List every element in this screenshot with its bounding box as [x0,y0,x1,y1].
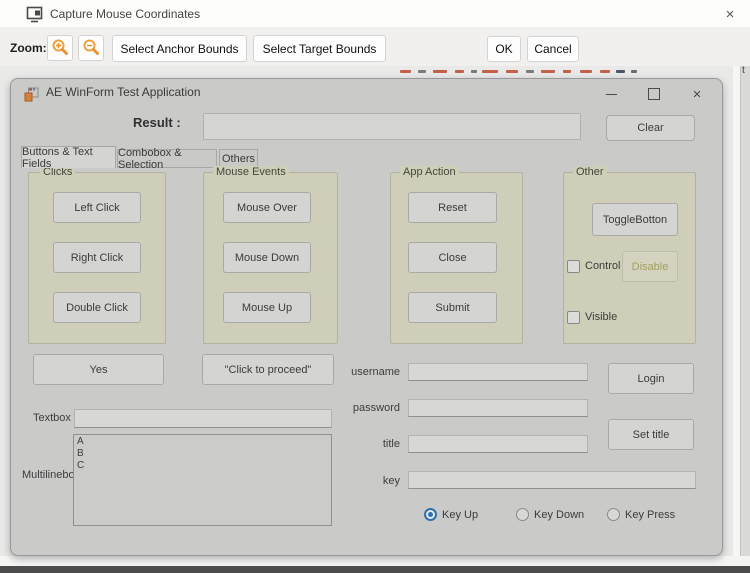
background-window-edge [740,66,750,556]
zoom-in-button[interactable] [47,35,73,61]
key-press-radio[interactable] [607,508,620,521]
multilinebox-label: Multilinebox [22,469,80,481]
maximize-icon [648,88,660,100]
background-artifact [563,70,571,73]
yes-button[interactable]: Yes [33,354,164,385]
minimize-icon [606,94,617,95]
group-app-action-title: App Action [400,166,459,178]
capture-app-icon [26,6,44,23]
select-anchor-bounds-button[interactable]: Select Anchor Bounds [112,35,247,62]
password-label: password [330,402,400,414]
tab-buttons-text-fields[interactable]: Buttons & Text Fields [21,146,116,168]
background-artifact [482,70,498,73]
group-mouse-events-title: Mouse Events [213,166,289,178]
background-artifact [506,70,518,73]
mouse-up-button[interactable]: Mouse Up [223,292,311,323]
background-artifact [433,70,447,73]
password-input[interactable] [408,399,588,417]
dialog-titlebar: Capture Mouse Coordinates × [0,0,750,28]
username-input[interactable] [408,363,588,381]
background-artifact [418,70,426,73]
close-action-button[interactable]: Close [408,242,497,273]
background-artifact [616,70,625,73]
mouse-over-button[interactable]: Mouse Over [223,192,311,223]
reset-button[interactable]: Reset [408,192,497,223]
zoom-out-button[interactable] [78,35,104,61]
close-icon: × [693,86,702,103]
group-other-title: Other [573,166,607,178]
title-input[interactable] [408,435,588,453]
select-target-bounds-button[interactable]: Select Target Bounds [253,35,386,62]
dialog-close-button[interactable]: × [715,2,745,26]
textbox-label: Textbox [33,412,71,424]
dialog-title: Capture Mouse Coordinates [50,7,200,21]
right-click-button[interactable]: Right Click [53,242,141,273]
login-button[interactable]: Login [608,363,694,394]
window-close-button[interactable]: × [684,84,710,104]
key-up-radio-label: Key Up [442,509,478,521]
clear-button[interactable]: Clear [606,115,695,141]
visible-checkbox[interactable] [567,311,580,324]
cancel-button[interactable]: Cancel [527,36,579,62]
background-artifact [400,70,411,73]
backdrop-bottom-strip [0,556,750,566]
multilinebox-input[interactable]: A B C [73,434,332,526]
zoom-in-icon [51,38,69,59]
tab-combobox-selection[interactable]: Combobox & Selection [117,149,217,168]
background-artifact [526,70,534,73]
visible-checkbox-label: Visible [585,311,617,323]
key-up-radio[interactable] [424,508,437,521]
submit-button[interactable]: Submit [408,292,497,323]
background-artifact [631,70,637,73]
left-click-button[interactable]: Left Click [53,192,141,223]
capture-dialog: Capture Mouse Coordinates × Zoom: [0,0,750,573]
toolbar: Zoom: Select Anchor Bounds Sele [0,28,750,66]
backdrop-bottom-bar [0,566,750,573]
mouse-down-button[interactable]: Mouse Down [223,242,311,273]
key-label: key [330,475,400,487]
textbox-input[interactable] [74,409,332,428]
double-click-button[interactable]: Double Click [53,292,141,323]
result-input[interactable] [203,113,581,140]
winform-app-icon [24,87,39,102]
maximize-button[interactable] [641,84,667,104]
toggle-botton-button[interactable]: ToggleBotton [592,203,678,236]
username-label: username [330,366,400,378]
control-checkbox-label: Control [585,260,620,272]
minimize-button[interactable] [598,84,624,104]
key-down-radio-label: Key Down [534,509,584,521]
zoom-out-icon [82,38,100,59]
background-artifact [455,70,464,73]
set-title-button[interactable]: Set title [608,419,694,450]
key-input[interactable] [408,471,696,489]
close-icon: × [726,6,735,23]
zoom-label: Zoom: [10,41,47,55]
click-to-proceed-button[interactable]: "Click to proceed" [202,354,334,385]
background-artifact [600,70,610,73]
ok-button[interactable]: OK [487,36,521,62]
background-artifact [471,70,477,73]
title-label: title [330,438,400,450]
backdrop-gap [733,66,740,556]
key-down-radio[interactable] [516,508,529,521]
winform-title: AE WinForm Test Application [46,85,201,99]
key-press-radio-label: Key Press [625,509,675,521]
disable-button[interactable]: Disable [622,251,678,282]
background-artifact [541,70,555,73]
result-label: Result : [133,115,181,130]
background-artifact [580,70,592,73]
control-checkbox[interactable] [567,260,580,273]
background-artifact-text: t [742,65,745,76]
